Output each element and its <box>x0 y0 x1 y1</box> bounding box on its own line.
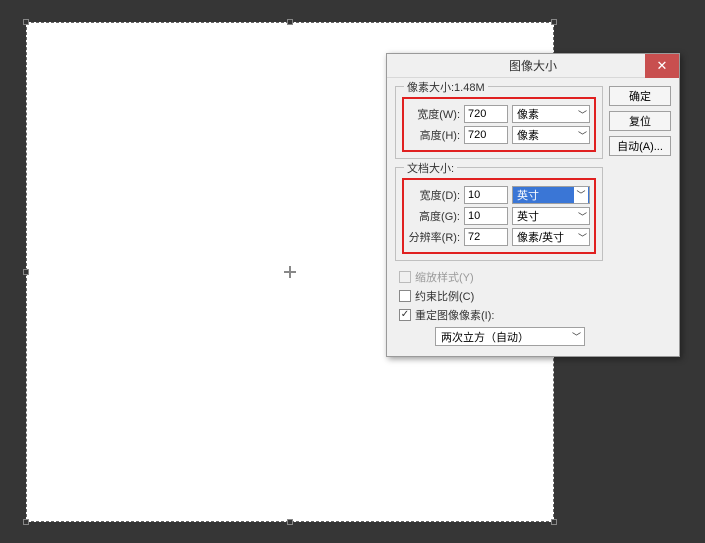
pixel-highlight-box: 宽度(W): 像素 ﹀ 高度(H): 像素 ﹀ <box>402 97 596 152</box>
document-highlight-box: 宽度(D): 英寸 ﹀ 高度(G): 英寸 ﹀ <box>402 178 596 254</box>
chevron-down-icon: ﹀ <box>578 129 587 142</box>
auto-button-label: 自动(A)... <box>617 138 663 154</box>
selection-handle-bottom-mid[interactable] <box>287 519 293 525</box>
doc-width-unit-select[interactable]: 英寸 ﹀ <box>512 186 590 204</box>
pixel-height-unit-value: 像素 <box>517 127 539 143</box>
selection-handle-bottom-right[interactable] <box>551 519 557 525</box>
pixel-height-label: 高度(H): <box>408 127 460 143</box>
scale-styles-checkbox <box>399 271 411 283</box>
constrain-proportions-label: 约束比例(C) <box>415 288 474 304</box>
doc-width-unit-value: 英寸 <box>517 187 539 203</box>
image-size-dialog: 图像大小 ✕ 像素大小:1.48M 宽度(W): 像素 ﹀ <box>386 53 680 357</box>
resample-method-value: 两次立方（自动） <box>441 329 529 345</box>
constrain-proportions-checkbox[interactable] <box>399 290 411 302</box>
chevron-down-icon: ﹀ <box>578 210 587 223</box>
reset-button-label: 复位 <box>629 113 651 129</box>
ok-button[interactable]: 确定 <box>609 86 671 106</box>
doc-height-unit-select[interactable]: 英寸 ﹀ <box>512 207 590 225</box>
resample-checkbox[interactable]: ✓ <box>399 309 411 321</box>
doc-width-input[interactable] <box>464 186 508 204</box>
resample-label: 重定图像像素(I): <box>415 307 494 323</box>
pixel-height-input[interactable] <box>464 126 508 144</box>
selection-handle-top-mid[interactable] <box>287 19 293 25</box>
resample-row[interactable]: ✓ 重定图像像素(I): <box>399 307 603 323</box>
chevron-down-icon: ﹀ <box>578 108 587 121</box>
doc-width-label: 宽度(D): <box>408 187 460 203</box>
pixel-dimensions-group: 像素大小:1.48M 宽度(W): 像素 ﹀ 高度(H): <box>395 86 603 159</box>
selection-handle-top-left[interactable] <box>23 19 29 25</box>
resolution-unit-select[interactable]: 像素/英寸 ﹀ <box>512 228 590 246</box>
document-size-group: 文档大小: 宽度(D): 英寸 ﹀ 高度(G): 英寸 <box>395 167 603 261</box>
selection-handle-mid-left[interactable] <box>23 269 29 275</box>
selection-handle-bottom-left[interactable] <box>23 519 29 525</box>
close-button[interactable]: ✕ <box>645 54 679 78</box>
doc-height-label: 高度(G): <box>408 208 460 224</box>
resolution-label: 分辨率(R): <box>408 229 460 245</box>
chevron-down-icon: ﹀ <box>578 231 587 244</box>
resample-method-select[interactable]: 两次立方（自动） ﹀ <box>435 327 585 346</box>
reset-button[interactable]: 复位 <box>609 111 671 131</box>
chevron-down-icon: ﹀ <box>572 330 581 343</box>
dialog-title: 图像大小 <box>387 57 679 74</box>
pixel-width-label: 宽度(W): <box>408 106 460 122</box>
pixel-height-unit-select[interactable]: 像素 ﹀ <box>512 126 590 144</box>
constrain-proportions-row[interactable]: 约束比例(C) <box>399 288 603 304</box>
resolution-input[interactable] <box>464 228 508 246</box>
scale-styles-label: 缩放样式(Y) <box>415 269 474 285</box>
pixel-width-unit-value: 像素 <box>517 106 539 122</box>
auto-button[interactable]: 自动(A)... <box>609 136 671 156</box>
scale-styles-row: 缩放样式(Y) <box>399 269 603 285</box>
chevron-down-icon: ﹀ <box>574 187 588 203</box>
close-icon: ✕ <box>657 58 668 74</box>
pixel-width-unit-select[interactable]: 像素 ﹀ <box>512 105 590 123</box>
dialog-titlebar[interactable]: 图像大小 ✕ <box>387 54 679 78</box>
ok-button-label: 确定 <box>629 88 651 104</box>
pixel-dimensions-title: 像素大小:1.48M <box>404 79 488 95</box>
selection-handle-top-right[interactable] <box>551 19 557 25</box>
resolution-unit-value: 像素/英寸 <box>517 229 564 245</box>
doc-height-unit-value: 英寸 <box>517 208 539 224</box>
doc-height-input[interactable] <box>464 207 508 225</box>
pixel-width-input[interactable] <box>464 105 508 123</box>
document-size-title: 文档大小: <box>404 160 457 176</box>
